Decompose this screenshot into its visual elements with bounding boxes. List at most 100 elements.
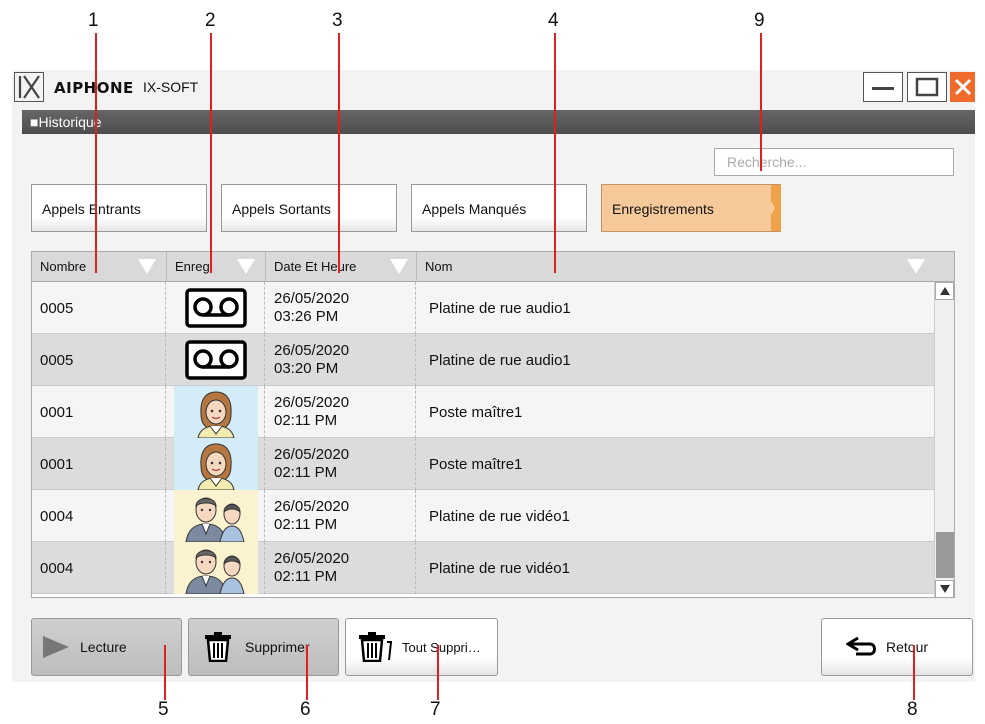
brand-name: AIPHONE bbox=[54, 79, 134, 97]
cell-record bbox=[167, 282, 265, 334]
cell-time: 03:26 PM bbox=[274, 308, 339, 325]
trash-icon-wrap bbox=[203, 632, 233, 662]
column-label-record: Enreg bbox=[175, 259, 210, 274]
delete-button[interactable]: Supprimer bbox=[188, 618, 339, 676]
cell-date: 26/05/2020 bbox=[274, 342, 350, 359]
table-header: Nombre Enreg Date Et Heure Nom bbox=[32, 252, 954, 282]
sort-triangle-icon bbox=[390, 259, 408, 274]
cell-time: 02:11 PM bbox=[274, 568, 338, 585]
table-row[interactable]: 0004 26/05/2020 02:11 PM Platine de rue … bbox=[32, 542, 954, 594]
tab-recordings-label: Enregistrements bbox=[612, 201, 714, 217]
delete-label: Supprimer bbox=[245, 639, 310, 655]
woman-thumbnail bbox=[173, 438, 258, 490]
column-header-number[interactable]: Nombre bbox=[32, 252, 167, 282]
scroll-down-button[interactable] bbox=[935, 580, 954, 597]
tab-incoming-calls[interactable]: Appels Entrants bbox=[31, 184, 207, 232]
cell-name: Poste maître1 bbox=[429, 403, 523, 421]
play-button[interactable]: Lecture bbox=[31, 618, 182, 676]
play-icon bbox=[43, 636, 69, 658]
callout-line-8 bbox=[913, 645, 915, 700]
minimize-icon bbox=[872, 87, 894, 90]
audio-tape-icon bbox=[184, 288, 247, 328]
column-label-date: Date Et Heure bbox=[274, 259, 357, 274]
column-header-name[interactable]: Nom bbox=[417, 252, 937, 282]
callout-1: 1 bbox=[88, 10, 99, 31]
callout-8: 8 bbox=[907, 699, 918, 720]
cell-time: 02:11 PM bbox=[274, 516, 338, 533]
back-arrow-icon-wrap bbox=[846, 636, 878, 658]
column-header-record[interactable]: Enreg bbox=[167, 252, 266, 282]
cell-name: Platine de rue audio1 bbox=[429, 351, 571, 369]
back-label: Retour bbox=[886, 639, 929, 655]
cell-name: Platine de rue vidéo1 bbox=[429, 507, 570, 525]
visitors-portrait-icon bbox=[184, 549, 245, 594]
delete-all-button[interactable]: Tout Suppri… bbox=[345, 618, 498, 676]
callout-line-1 bbox=[95, 33, 97, 273]
back-button[interactable]: Retour bbox=[821, 618, 973, 676]
active-tab-marker bbox=[771, 185, 781, 231]
callout-line-9 bbox=[760, 33, 762, 171]
table-row[interactable]: 0001 26/05/2020 02:11 PM Poste maître1 bbox=[32, 386, 954, 438]
manual-figure: 1 2 3 4 5 6 7 8 9 AIPHONE IX-SOFT ■Histo… bbox=[0, 0, 985, 724]
callout-7: 7 bbox=[430, 699, 441, 720]
search-input[interactable]: Recherche... bbox=[714, 148, 954, 176]
cell-record bbox=[167, 386, 265, 438]
play-label: Lecture bbox=[80, 639, 127, 655]
title-bar: AIPHONE IX-SOFT bbox=[12, 70, 975, 104]
product-name: IX-SOFT bbox=[143, 79, 199, 95]
cell-datetime: 26/05/2020 02:11 PM bbox=[266, 386, 416, 438]
callout-line-3 bbox=[338, 33, 340, 273]
cell-number: 0004 bbox=[32, 542, 166, 594]
cell-number: 0001 bbox=[32, 386, 166, 438]
callout-2: 2 bbox=[205, 10, 216, 31]
callout-5: 5 bbox=[158, 699, 169, 720]
cell-time: 02:11 PM bbox=[274, 464, 338, 481]
play-icon-wrap bbox=[42, 636, 70, 658]
callout-line-7 bbox=[437, 645, 439, 700]
callout-3: 3 bbox=[332, 10, 343, 31]
cell-datetime: 26/05/2020 02:11 PM bbox=[266, 542, 416, 594]
callout-6: 6 bbox=[300, 699, 311, 720]
column-label-number: Nombre bbox=[40, 259, 87, 274]
couple-thumbnail bbox=[173, 490, 258, 542]
table-row[interactable]: 0001 26/05/2020 02:11 PM Poste maître1 bbox=[32, 438, 954, 490]
cell-record bbox=[167, 542, 265, 594]
cell-date: 26/05/2020 bbox=[274, 394, 350, 411]
cell-datetime: 26/05/2020 03:20 PM bbox=[266, 334, 416, 386]
trash-icon bbox=[205, 632, 231, 662]
callout-line-4 bbox=[554, 33, 556, 273]
delete-all-label: Tout Suppri… bbox=[402, 639, 481, 655]
callout-line-5 bbox=[164, 645, 166, 700]
ix-logo-icon bbox=[18, 75, 40, 99]
triangle-up-icon bbox=[939, 287, 950, 295]
trash-all-icon-wrap bbox=[358, 632, 394, 662]
cell-number: 0004 bbox=[32, 490, 166, 542]
callout-line-6 bbox=[306, 645, 308, 700]
table-row[interactable]: 0004 26/05/2020 02:11 PM Platine de rue … bbox=[32, 490, 954, 542]
scrollbar-thumb[interactable] bbox=[936, 532, 954, 578]
tab-outgoing-calls[interactable]: Appels Sortants bbox=[221, 184, 397, 232]
trash-all-icon bbox=[359, 632, 393, 662]
callout-9: 9 bbox=[754, 10, 765, 31]
tab-recordings[interactable]: Enregistrements bbox=[601, 184, 781, 232]
visitors-portrait-icon bbox=[184, 497, 245, 542]
tab-missed-calls[interactable]: Appels Manqués bbox=[411, 184, 587, 232]
column-header-date[interactable]: Date Et Heure bbox=[266, 252, 417, 282]
cell-datetime: 26/05/2020 02:11 PM bbox=[266, 490, 416, 542]
back-arrow-icon bbox=[846, 636, 876, 656]
minimize-button[interactable] bbox=[863, 72, 903, 102]
sort-triangle-icon bbox=[138, 259, 156, 274]
cell-date: 26/05/2020 bbox=[274, 498, 350, 515]
table-scrollbar[interactable] bbox=[934, 282, 954, 597]
table-row[interactable]: 0005 26/05/2020 03:26 PM Platine de rue … bbox=[32, 282, 954, 334]
maximize-button[interactable] bbox=[907, 72, 947, 102]
history-table: Nombre Enreg Date Et Heure Nom 0005 26/0… bbox=[31, 251, 955, 598]
sort-triangle-icon bbox=[907, 259, 925, 274]
scroll-up-button[interactable] bbox=[935, 282, 954, 300]
column-label-name: Nom bbox=[425, 259, 453, 274]
cell-record bbox=[167, 438, 265, 490]
close-button[interactable] bbox=[950, 72, 975, 102]
cell-datetime: 26/05/2020 02:11 PM bbox=[266, 438, 416, 490]
section-header: ■Historique bbox=[22, 110, 975, 134]
table-row[interactable]: 0005 26/05/2020 03:20 PM Platine de rue … bbox=[32, 334, 954, 386]
